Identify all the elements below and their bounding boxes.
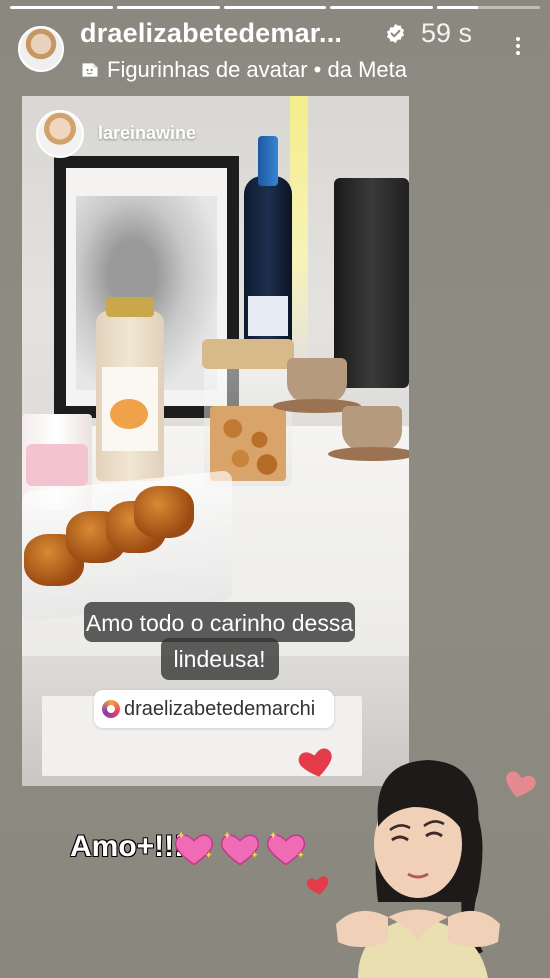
sticker-attribution[interactable]: Figurinhas de avatar • da Meta [107,57,407,83]
post-time: 59 s [421,18,473,48]
photo-pastry [134,486,194,538]
story-progress-bar [10,6,540,9]
sparkling-heart-icon [266,831,306,866]
sparkling-heart-icon [220,831,260,866]
avatar-sticker-icon [82,63,98,77]
progress-segment-current [437,6,540,9]
caption-line: Amo todo o carinho dessa [85,610,354,636]
avatar-sticker[interactable] [318,752,518,978]
progress-segment [116,6,220,9]
photo-cup [273,358,361,413]
photo-wine-bottle [244,136,292,366]
mention-username: draelizabetedemarchi [124,697,316,720]
story-caption: Amo todo o carinho dessa lindeusa! [84,605,355,677]
photo-cookie-jar [202,339,294,486]
reshared-story-card[interactable]: lareinawine [22,96,409,786]
photo-light-strip [290,96,308,366]
story-viewer[interactable]: draelizabetedemar... 59 s Figurinhas de … [0,0,550,978]
username[interactable]: draelizabetedemar... [80,18,342,49]
verified-badge-icon [386,23,405,44]
reshared-username[interactable]: lareinawine [98,123,196,144]
progress-segment [223,6,327,9]
instagram-mention-icon [102,700,120,718]
progress-segment [330,6,434,9]
sparkling-heart-icon [174,831,214,866]
photo-coffee-machine [334,178,409,388]
avatar[interactable] [18,26,64,72]
reshared-avatar[interactable] [36,110,84,158]
photo-juice-jar [96,297,164,481]
photo-cup [328,406,409,461]
more-vertical-icon[interactable] [508,34,528,64]
mention-sticker[interactable]: draelizabetedemarchi [94,690,334,728]
story-text-overlay: Amo+!!! [70,830,185,863]
caption-line: lindeusa! [173,646,266,672]
progress-segment [10,6,113,9]
story-header: draelizabetedemar... 59 s Figurinhas de … [0,14,550,86]
